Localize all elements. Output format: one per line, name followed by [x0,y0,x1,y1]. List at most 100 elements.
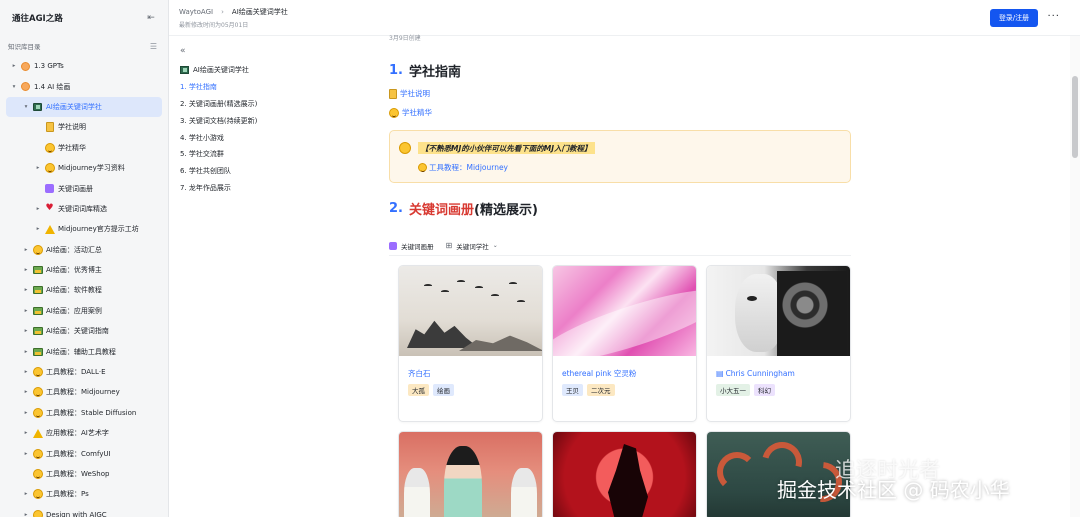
toc-item[interactable]: 1. 学社指南 [180,79,370,96]
book-icon [32,101,43,112]
catalog-settings-icon[interactable]: ☰ [150,42,157,51]
toc-title-label: AI绘画关键词学社 [193,66,249,75]
expand-right-icon[interactable]: ▸ [22,389,30,395]
sidebar-item[interactable]: ▸ AI绘画：优秀博主 [6,260,162,280]
sidebar-item[interactable]: ▸ 工具教程：Ps [6,484,162,504]
breadcrumb-current[interactable]: AI绘画关键词学社 [232,7,288,17]
expand-down-icon[interactable]: ▾ [22,104,30,110]
card-title: 齐白石 [408,368,431,378]
expand-right-icon[interactable]: ▸ [22,451,30,457]
toc-item[interactable]: 2. 关键词画册(精选展示) [180,96,370,113]
sidebar-item[interactable]: 学社说明 [6,117,162,137]
gallery-card[interactable]: ethereal pink 空灵粉 王贝 二次元 [552,265,697,422]
sidebar-item[interactable]: ▸ Design with AIGC [6,505,162,517]
created-date: 3月9日创建 [389,35,421,42]
sidebar-item[interactable]: ▸ ♥ 关键词词库精选 [6,199,162,219]
expand-right-icon[interactable]: ▸ [34,226,42,232]
expand-right-icon[interactable]: ▸ [34,165,42,171]
top-bar: WaytoAGI › AI绘画关键词学社 最新修改时间为05月01日 登录/注册… [169,0,1080,36]
image-icon [32,265,43,276]
heading-guide: 1. 学社指南 [389,61,859,80]
sidebar-item[interactable]: ▸ AI绘画：活动汇总 [6,240,162,260]
login-register-button[interactable]: 登录/注册 [990,9,1038,27]
smiley-icon [44,142,55,153]
expand-right-icon[interactable]: ▸ [22,430,30,436]
sidebar-item[interactable]: 工具教程：WeShop [6,464,162,484]
sidebar-item[interactable]: 学社精华 [6,138,162,158]
gallery-card[interactable] [552,431,697,517]
breadcrumb-root[interactable]: WaytoAGI [179,8,213,16]
sidebar-item[interactable]: ▸ AI绘画：应用案例 [6,301,162,321]
sidebar-item[interactable]: ▸ 工具教程：Midjourney [6,382,162,402]
document-icon: ▤ [716,368,724,378]
view-tab-gallery[interactable]: 关键词画册 [389,241,434,251]
expand-right-icon[interactable]: ▸ [22,410,30,416]
more-options-icon[interactable]: ··· [1047,11,1060,22]
gallery-card[interactable]: 齐白石 大孤 绘画 [398,265,543,422]
tag: 小大五一 [716,384,750,396]
expand-right-icon[interactable]: ▸ [22,369,30,375]
expand-right-icon[interactable]: ▸ [10,63,18,69]
breadcrumb-separator-icon: › [221,8,224,16]
callout-box: 【不熟悉MJ的小伙伴可以先看下面的MJ入门教程】 工具教程：Midjourney [389,130,851,183]
image-icon [32,305,43,316]
gallery-card[interactable]: ▤ Chris Cunningham 小大五一 科幻 [706,265,851,422]
toc-item[interactable]: 5. 学社交流群 [180,146,370,163]
expand-right-icon[interactable]: ▸ [22,267,30,273]
expand-right-icon[interactable]: ▸ [22,287,30,293]
expand-right-icon[interactable]: ▸ [34,206,42,212]
expand-right-icon[interactable]: ▸ [22,349,30,355]
collapse-sidebar-icon[interactable]: ⇤ [145,13,157,23]
sidebar-item[interactable]: ▸ 应用教程：AI艺术字 [6,423,162,443]
smiley-icon [32,469,43,480]
card-tags: 小大五一 科幻 [707,380,850,396]
sidebar-item-label: AI绘画：优秀博主 [46,266,102,275]
wiki-title[interactable]: 通往AGI之路 [12,12,63,24]
toc-title[interactable]: AI绘画关键词学社 [180,62,370,79]
expand-right-icon[interactable]: ▸ [22,247,30,253]
sidebar-item-label: 工具教程：Midjourney [46,388,120,397]
sidebar-item-label: Design with AIGC [46,510,107,517]
view-label: 关键词画册 [401,242,434,251]
chevron-down-icon: ⌄ [492,242,498,249]
sidebar-item[interactable]: ▾ 1.4 AI 绘画 [6,76,162,96]
expand-right-icon[interactable]: ▸ [22,512,30,517]
toc-item[interactable]: 3. 关键词文档(持续更新) [180,112,370,129]
sidebar-item[interactable]: ▸ 工具教程：ComfyUI [6,443,162,463]
heading-number: 1. [389,62,403,78]
card-tags: 王贝 二次元 [553,380,696,396]
expand-right-icon[interactable]: ▸ [22,328,30,334]
toc-list: 1. 学社指南 2. 关键词画册(精选展示) 3. 关键词文档(持续更新) 4. 学社… [180,79,370,197]
sidebar-item[interactable]: ▸ AI绘画：辅助工具教程 [6,341,162,361]
sidebar-item-label: 学社精华 [58,143,86,152]
card-title: ethereal pink 空灵粉 [562,368,637,378]
sidebar-item-label: AI绘画：软件教程 [46,286,102,295]
toc-item[interactable]: 6. 学社共创团队 [180,163,370,180]
toc-item[interactable]: 7. 龙年作品展示 [180,180,370,197]
sidebar-item[interactable]: ▸ Midjourney学习资料 [6,158,162,178]
scrollbar-thumb[interactable] [1072,76,1078,158]
toc-item[interactable]: 4. 学社小游戏 [180,129,370,146]
sidebar-item[interactable]: 关键词画册 [6,178,162,198]
view-tab-society[interactable]: ⊞ 关键词学社 ⌄ [446,241,498,251]
link-society-intro[interactable]: 学社说明 [389,84,859,103]
sidebar-item[interactable]: ▾ AI绘画关键词学社 [6,96,162,118]
gallery-view-bar: 关键词画册 ⊞ 关键词学社 ⌄ [389,236,851,256]
sidebar-item[interactable]: ▸ 工具教程：DALL·E [6,362,162,382]
sidebar-item[interactable]: ▸ 工具教程：Stable Diffusion [6,403,162,423]
card-image-retro-fashion [399,432,542,517]
callout-link-midjourney[interactable]: 工具教程：Midjourney [418,162,508,173]
link-society-highlights[interactable]: 学社精华 [389,103,859,122]
sidebar-item[interactable]: ▸ 1.3 GPTs [6,56,162,76]
expand-down-icon[interactable]: ▾ [10,84,18,90]
sidebar-item[interactable]: ▸ Midjourney官方提示工坊 [6,219,162,239]
sidebar-header: 通往AGI之路 ⇤ [0,0,168,36]
sidebar-item[interactable]: ▸ AI绘画：软件教程 [6,280,162,300]
vertical-scrollbar[interactable] [1070,36,1080,517]
gallery-card[interactable] [398,431,543,517]
sidebar-item[interactable]: ▸ AI绘画：关键词指南 [6,321,162,341]
expand-right-icon[interactable]: ▸ [22,308,30,314]
callout-highlight-text: 【不熟悉MJ的小伙伴可以先看下面的MJ入门教程】 [418,142,595,154]
expand-right-icon[interactable]: ▸ [22,491,30,497]
toc-collapse-icon[interactable]: « [180,46,370,60]
